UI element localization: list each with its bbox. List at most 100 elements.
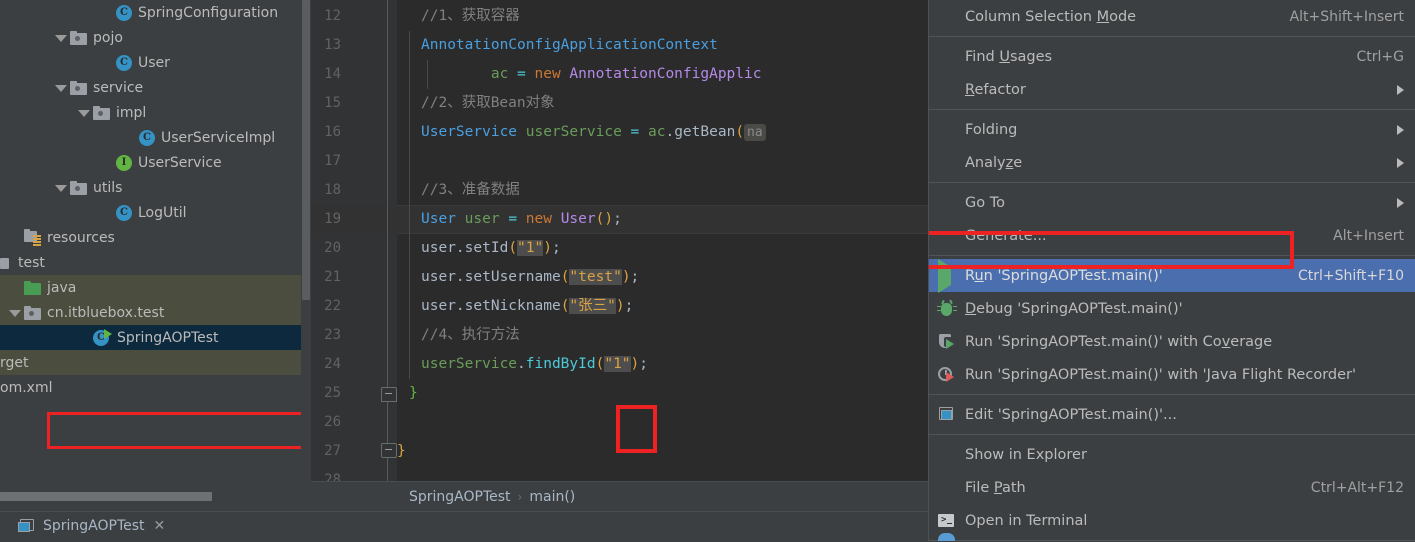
project-tree[interactable]: C SpringConfiguration pojo C User service impl… xyxy=(0,0,311,400)
expand-arrow-icon[interactable] xyxy=(77,106,90,119)
tree-item-springconfiguration[interactable]: C SpringConfiguration xyxy=(0,0,311,25)
code-token: ) xyxy=(630,356,640,372)
tree-item-service[interactable]: service xyxy=(0,75,311,100)
menu-item-label: Column Selection Mode xyxy=(965,8,1137,25)
tree-item-pojo[interactable]: pojo xyxy=(0,25,311,50)
expand-arrow-icon[interactable] xyxy=(8,306,21,319)
menu-item-generate[interactable]: Generate... Alt+Insert xyxy=(929,219,1415,252)
menu-item-shortcut: Ctrl+Shift+F10 xyxy=(1297,267,1404,284)
code-token: "test" xyxy=(569,269,622,285)
menu-item-go-to[interactable]: Go To xyxy=(929,186,1415,219)
expand-arrow-icon[interactable] xyxy=(54,181,67,194)
code-token: ; xyxy=(639,356,649,372)
tree-item-utils[interactable]: utils xyxy=(0,175,311,200)
menu-item-run-springaoptest-main[interactable]: Run 'SpringAOPTest.main()' Ctrl+Shift+F10 xyxy=(929,258,1415,293)
code-token: . xyxy=(455,240,465,256)
java-flight-recorder-icon xyxy=(938,366,956,384)
close-icon[interactable]: ✕ xyxy=(154,518,166,534)
expand-arrow-icon[interactable] xyxy=(54,31,67,44)
code-token: User xyxy=(560,211,596,227)
code-token: //4、执行方法 xyxy=(421,327,520,343)
menu-item-find-usages[interactable]: Find Usages Ctrl+G xyxy=(929,40,1415,73)
tree-item-user[interactable]: C User xyxy=(0,50,311,75)
context-menu[interactable]: Column Selection Mode Alt+Shift+Insert Fin… xyxy=(928,0,1415,541)
code-token: AnnotationConfigApplic xyxy=(569,66,762,82)
line-number: 20 xyxy=(324,240,341,256)
menu-item-shortcut: Alt+Shift+Insert xyxy=(1289,8,1404,25)
line-number: 15 xyxy=(324,95,341,111)
menu-item-file-path[interactable]: File Path Ctrl+Alt+F12 xyxy=(929,471,1415,504)
menu-item-folding[interactable]: Folding xyxy=(929,113,1415,146)
code-token: ) xyxy=(543,240,552,256)
project-tree-panel[interactable]: C SpringConfiguration pojo C User service impl… xyxy=(0,0,311,511)
code-token: . xyxy=(455,298,465,314)
line-number: 24 xyxy=(324,356,341,372)
submenu-arrow-icon xyxy=(1397,84,1404,95)
breadcrumb-method[interactable]: main() xyxy=(529,489,575,505)
code-token: user xyxy=(421,298,456,314)
tree-item-label: rget xyxy=(0,354,29,371)
tree-item-test[interactable]: test xyxy=(0,250,311,275)
breadcrumb-class[interactable]: SpringAOPTest xyxy=(409,489,511,505)
tree-item-java[interactable]: java xyxy=(0,275,311,300)
expand-arrow-icon[interactable] xyxy=(54,81,67,94)
breadcrumb[interactable]: SpringAOPTest › main() xyxy=(311,481,931,511)
run-tool-window-tab[interactable]: SpringAOPTest ✕ xyxy=(18,518,165,534)
menu-item-analyze[interactable]: Analyze xyxy=(929,146,1415,179)
menu-item-label: Find Usages xyxy=(965,48,1053,65)
context-menu-list[interactable]: Column Selection Mode Alt+Shift+Insert Fin… xyxy=(929,0,1415,541)
code-token: setUsername xyxy=(464,269,561,285)
code-line: //3、准备数据 xyxy=(421,176,520,205)
line-number: 22 xyxy=(324,298,341,314)
code-line: //4、执行方法 xyxy=(421,321,520,350)
code-token: AnnotationConfigApplicationContext xyxy=(421,37,718,53)
tree-item-resources[interactable]: resources xyxy=(0,225,311,250)
code-token: user xyxy=(421,240,456,256)
code-token: ) xyxy=(621,269,631,285)
code-line: } xyxy=(397,437,406,466)
code-line: //2、获取Bean对象 xyxy=(421,89,555,118)
scrollbar-thumb[interactable] xyxy=(0,492,212,501)
code-area[interactable]: //1、获取容器 AnnotationConfigApplicationConte… xyxy=(397,0,931,481)
bottom-tool-window-bar[interactable]: SpringAOPTest ✕ xyxy=(0,511,928,542)
code-editor[interactable]: 12 13 14 15 16 17 18 19 20 21 22 23 24 25 26 27 28 //1、获… xyxy=(311,0,1133,511)
tree-item-logutil[interactable]: C LogUtil xyxy=(0,200,311,225)
menu-item-column-selection-mode[interactable]: Column Selection Mode Alt+Shift+Insert xyxy=(929,0,1415,33)
tree-item-label: service xyxy=(93,79,144,96)
code-token: getBean xyxy=(674,124,736,140)
fold-marker-icon[interactable] xyxy=(381,387,397,402)
tree-item-cn-itbluebox-test[interactable]: cn.itbluebox.test xyxy=(0,300,311,325)
code-token: "张三" xyxy=(569,298,616,314)
code-line: } xyxy=(409,379,418,408)
tree-item-userservice[interactable]: I UserService xyxy=(0,150,311,175)
package-icon xyxy=(93,105,110,120)
code-token: userService xyxy=(421,356,518,372)
code-line: User user = new User(); xyxy=(421,205,622,234)
menu-item-label: File Path xyxy=(965,479,1026,496)
line-number: 13 xyxy=(324,37,341,53)
tree-item-rget[interactable]: rget xyxy=(0,350,311,375)
tree-item-springaoptest[interactable]: C SpringAOPTest xyxy=(0,325,311,350)
sidebar-horizontal-scrollbar[interactable] xyxy=(0,490,311,502)
context-menu-partial-item[interactable] xyxy=(929,529,1415,541)
menu-item-refactor[interactable]: Refactor xyxy=(929,73,1415,106)
tree-item-impl[interactable]: impl xyxy=(0,100,311,125)
tree-item-om-xml[interactable]: om.xml xyxy=(0,375,311,400)
fold-marker-icon[interactable] xyxy=(381,443,397,458)
code-token: ; xyxy=(630,269,640,285)
menu-separator xyxy=(929,182,1415,183)
menu-item-run-springaoptest-main-with-coverage[interactable]: Run 'SpringAOPTest.main()' with Coverage xyxy=(929,325,1415,358)
tree-item-userserviceimpl[interactable]: C UserServiceImpl xyxy=(0,125,311,150)
source-folder-icon xyxy=(24,280,41,295)
tree-item-label: pojo xyxy=(93,29,123,46)
menu-item-edit-springaoptest-main[interactable]: Edit 'SpringAOPTest.main()'... xyxy=(929,398,1415,431)
editor-gutter[interactable]: 12 13 14 15 16 17 18 19 20 21 22 23 24 25 26 27 28 xyxy=(311,0,397,488)
menu-item-show-in-explorer[interactable]: Show in Explorer xyxy=(929,438,1415,471)
code-line: user.setUsername("test"); xyxy=(421,263,639,292)
menu-item-debug-springaoptest-main[interactable]: Debug 'SpringAOPTest.main()' xyxy=(929,292,1415,325)
menu-item-run-springaoptest-main-with-java-flight-recorder[interactable]: Run 'SpringAOPTest.main()' with 'Java Fl… xyxy=(929,358,1415,391)
class-icon: C xyxy=(116,204,132,221)
